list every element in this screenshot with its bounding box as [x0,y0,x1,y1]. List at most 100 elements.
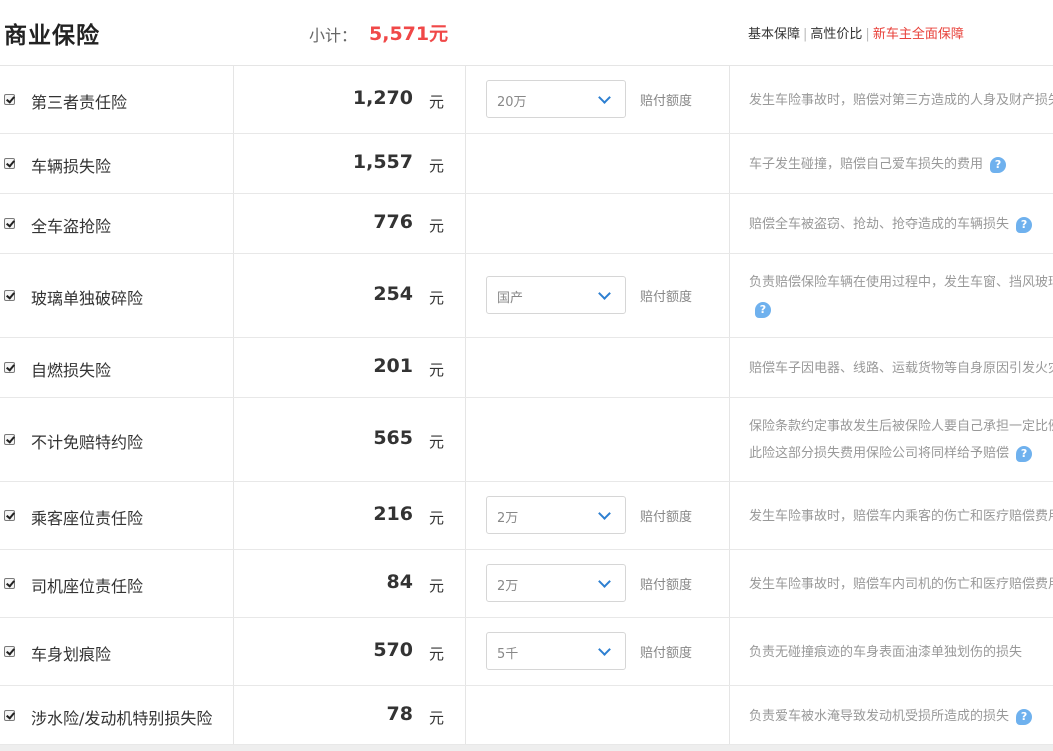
insurance-name: 车身划痕险 [31,645,112,664]
row-checkbox[interactable] [4,290,15,301]
help-icon[interactable]: ? [990,156,1007,173]
chevron-down-icon [598,91,611,104]
description-line: 发生车险事故时，赔偿对第三方造成的人身及财产损失 [749,93,1053,108]
filter-value[interactable]: 高性价比 [810,27,862,42]
coverage-label: 赔付额度 [640,646,693,661]
insurance-price: 254 [373,283,413,305]
insurance-name: 不计免赔特约险 [31,433,144,452]
description-line: 赔偿全车被盗窃、抢劫、抢夺造成的车辆损失? [749,211,1053,238]
insurance-row: 车辆损失险 1,557 元 车子发生碰撞，赔偿自己爱车损失的费用? [0,134,1053,194]
filter-new-owner[interactable]: 新车主全面保障 [873,27,964,42]
insurance-row: 司机座位责任险 84 元 2万 赔付额度 发生车险事故时，赔偿车内司机的伤亡和医疗赔偿费用 [0,550,1053,618]
chevron-down-icon [598,575,611,588]
bottom-bar [0,745,1053,751]
row-checkbox[interactable] [4,218,15,229]
insurance-description: 赔偿车子因电器、线路、运载货物等自身原因引发火灾 [749,355,1053,382]
insurance-row: 乘客座位责任险 216 元 2万 赔付额度 发生车险事故时，赔偿车内乘客的伤亡和医疗赔偿费… [0,482,1053,550]
price-unit: 元 [429,433,445,451]
insurance-description: 发生车险事故时，赔偿车内司机的伤亡和医疗赔偿费用 [749,571,1053,598]
coverage-select[interactable]: 2万 [486,496,626,534]
chevron-down-icon [598,507,611,520]
insurance-description: 保险条款约定事故发生后被保险人要自己承担一定比例此险这部分损失费用保险公司将同样… [749,413,1053,467]
filter-basic[interactable]: 基本保障 [748,27,800,42]
row-checkbox[interactable] [4,158,15,169]
insurance-name: 车辆损失险 [31,157,112,176]
chevron-down-icon [598,643,611,656]
insurance-price: 84 [386,571,413,593]
price-unit: 元 [429,289,445,307]
row-checkbox[interactable] [4,710,15,721]
insurance-name: 涉水险/发动机特别损失险 [31,709,213,728]
help-icon[interactable]: ? [1016,216,1033,233]
row-checkbox[interactable] [4,510,15,521]
insurance-description: 负责赔偿保险车辆在使用过程中，发生车窗、挡风玻璃? [749,269,1053,323]
price-unit: 元 [429,157,445,175]
insurance-row: 自燃损失险 201 元 赔偿车子因电器、线路、运载货物等自身原因引发火灾 [0,338,1053,398]
insurance-price: 570 [373,639,413,661]
row-checkbox[interactable] [4,646,15,657]
coverage-select[interactable]: 国产 [486,276,626,314]
help-icon[interactable]: ? [1016,445,1033,462]
insurance-description: 车子发生碰撞，赔偿自己爱车损失的费用? [749,151,1053,178]
package-filters: 基本保障 | 高性价比 | 新车主全面保障 [748,23,964,42]
price-unit: 元 [429,93,445,111]
insurance-description: 发生车险事故时，赔偿车内乘客的伤亡和医疗赔偿费用 [749,503,1053,530]
coverage-select[interactable]: 2万 [486,564,626,602]
coverage-value: 2万 [497,511,519,526]
coverage-value: 20万 [497,95,527,110]
description-line: 此险这部分损失费用保险公司将同样给予赔偿? [749,440,1053,467]
coverage-select[interactable]: 5千 [486,632,626,670]
description-line: 赔偿车子因电器、线路、运载货物等自身原因引发火灾 [749,361,1053,376]
insurance-row: 第三者责任险 1,270 元 20万 赔付额度 发生车险事故时，赔偿对第三方造成的人身及财… [0,66,1053,134]
insurance-price: 565 [373,427,413,449]
subtotal-label: 小计： [309,26,358,45]
price-unit: 元 [429,645,445,663]
insurance-name: 全车盗抢险 [31,217,112,236]
insurance-name: 玻璃单独破碎险 [31,289,144,308]
insurance-price: 78 [386,703,413,725]
insurance-description: 负责无碰撞痕迹的车身表面油漆单独划伤的损失 [749,639,1053,666]
coverage-value: 5千 [497,647,519,662]
coverage-value: 2万 [497,579,519,594]
filter-separator: | [865,27,870,42]
subtotal-value: 5,571元 [369,23,449,45]
help-icon[interactable]: ? [755,301,771,318]
price-unit: 元 [429,709,445,727]
coverage-label: 赔付额度 [640,510,693,525]
insurance-name: 自燃损失险 [31,361,112,380]
insurance-description: 发生车险事故时，赔偿对第三方造成的人身及财产损失 [749,87,1053,114]
coverage-value: 国产 [497,291,524,306]
filter-separator: | [803,27,808,42]
description-line: 负责无碰撞痕迹的车身表面油漆单独划伤的损失 [749,645,1023,660]
description-line: ? [749,296,1053,323]
insurance-price: 1,557 [352,151,413,173]
description-line: 负责赔偿保险车辆在使用过程中，发生车窗、挡风玻璃 [749,275,1053,290]
coverage-select[interactable]: 20万 [486,80,626,118]
insurance-price: 201 [373,355,413,377]
insurance-row: 玻璃单独破碎险 254 元 国产 赔付额度 负责赔偿保险车辆在使用过程中，发生车窗、挡风玻… [0,254,1053,338]
description-line: 保险条款约定事故发生后被保险人要自己承担一定比例 [749,419,1053,434]
insurance-price: 1,270 [352,87,413,109]
price-unit: 元 [429,509,445,527]
price-unit: 元 [429,577,445,595]
row-checkbox[interactable] [4,94,15,105]
header: 商业保险 小计： 5,571元 基本保障 | 高性价比 | 新车主全面保障 [0,0,1053,65]
insurance-name: 乘客座位责任险 [31,509,144,528]
price-unit: 元 [429,217,445,235]
row-checkbox[interactable] [4,434,15,445]
page-title: 商业保险 [4,23,100,49]
price-unit: 元 [429,361,445,379]
insurance-description: 赔偿全车被盗窃、抢劫、抢夺造成的车辆损失? [749,211,1053,238]
insurance-row: 全车盗抢险 776 元 赔偿全车被盗窃、抢劫、抢夺造成的车辆损失? [0,194,1053,254]
insurance-name: 司机座位责任险 [31,577,144,596]
row-checkbox[interactable] [4,578,15,589]
chevron-down-icon [598,287,611,300]
insurance-price: 216 [373,503,413,525]
insurance-name: 第三者责任险 [31,93,128,112]
help-icon[interactable]: ? [1016,708,1033,725]
coverage-label: 赔付额度 [640,290,693,305]
insurance-row: 涉水险/发动机特别损失险 78 元 负责爱车被水淹导致发动机受损所造成的损失? [0,686,1053,745]
row-checkbox[interactable] [4,362,15,373]
insurance-price: 776 [373,211,413,233]
description-line: 车子发生碰撞，赔偿自己爱车损失的费用? [749,151,1053,178]
